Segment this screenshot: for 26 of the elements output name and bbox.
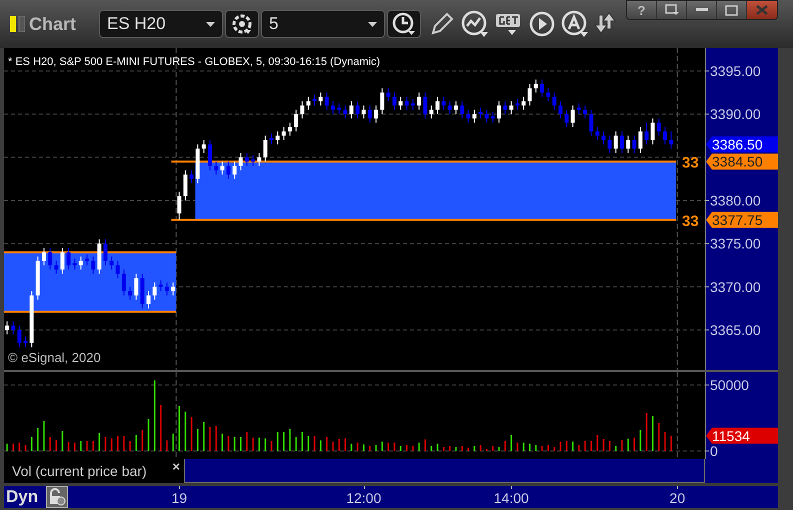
help-button[interactable]: ? (627, 1, 657, 19)
symbol-field[interactable]: ES H20 (99, 10, 223, 38)
axis-tick-label: 3395.00 (710, 62, 761, 79)
axis-tick-label: 50000 (710, 377, 749, 393)
indicator-legend: Vol (current price bar) × (4, 459, 184, 483)
axis-tick-label: 3380.00 (710, 192, 761, 208)
level-label: 33 (682, 212, 699, 230)
price-tag: 3384.50 (706, 154, 778, 170)
axis-tick-label: 3390.00 (710, 106, 761, 122)
close-button[interactable]: × (172, 460, 180, 473)
axis-tick-label: 0 (710, 443, 718, 459)
mode-label: Dyn (6, 486, 38, 508)
time-axis-label: 14:00 (494, 489, 529, 507)
interval-field[interactable]: 5 (261, 10, 385, 38)
window-title: Chart (29, 12, 78, 36)
axis-tick-label: 3365.00 (710, 322, 761, 338)
time-axis-label: 19 (171, 489, 188, 507)
copyright-text: © eSignal, 2020 (8, 349, 101, 367)
time-axis-label: 20 (670, 489, 686, 507)
ref-line-label: 3377.75 (712, 212, 763, 228)
axis-tick-label: 3370.00 (710, 278, 761, 295)
ref-line-label: 3384.50 (712, 154, 763, 170)
chart-title: * ES H20, S&P 500 E-MINI FUTURES - GLOBEX, 5, 09:30-16:15 (Dynamic) (8, 55, 380, 70)
time-axis-label: 12:00 (346, 489, 382, 507)
axis-tick-label: 3375.00 (710, 236, 761, 252)
level-label: 33 (682, 154, 699, 172)
